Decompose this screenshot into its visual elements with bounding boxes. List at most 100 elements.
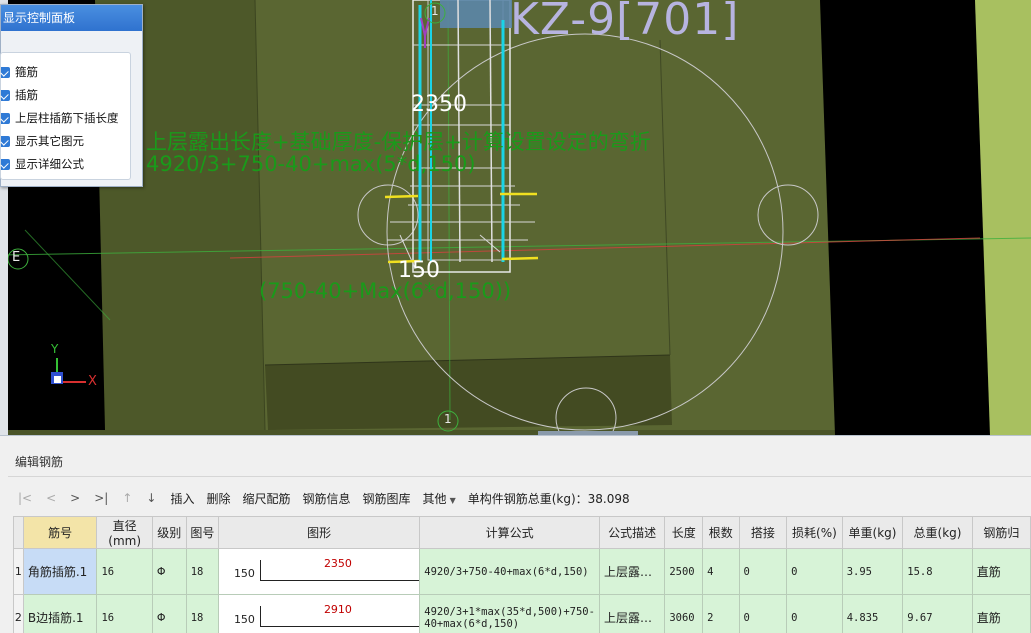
rebar-library-button[interactable]: 钢筋图库 [363, 490, 411, 507]
cell-loss[interactable]: 0 [786, 594, 843, 633]
model-canvas[interactable] [0, 0, 1031, 435]
column-header[interactable]: 搭接 [738, 516, 788, 549]
column-header[interactable]: 图号 [185, 516, 219, 549]
scale-reinforce-button[interactable]: 缩尺配筋 [243, 490, 291, 507]
cell-name[interactable]: 角筋插筋.1 [22, 548, 98, 595]
editor-toolbar: |< < > >| ↑ ↓ 插入 删除 缩尺配筋 钢筋信息 钢筋图库 其他 ▼ 单… [18, 488, 630, 508]
cell-loss[interactable]: 0 [786, 548, 843, 595]
row-number[interactable]: 2 [13, 594, 24, 633]
cell-lap[interactable]: 0 [738, 594, 788, 633]
cell-shape[interactable]: 150 2350 [217, 548, 421, 595]
other-menu-label: 其他 [422, 491, 447, 506]
row-number-header [13, 516, 24, 549]
rebar-info-button[interactable]: 钢筋信息 [303, 490, 351, 507]
column-header[interactable]: 根数 [702, 516, 740, 549]
rebar-table: 筋号 直径(mm) 级别 图号 图形 计算公式 公式描述 长度 根数 搭接 损耗… [13, 516, 1031, 633]
column-header[interactable]: 级别 [151, 516, 187, 549]
dimension-top: 2350 [411, 92, 467, 117]
column-header[interactable]: 总重(kg) [902, 516, 973, 549]
option-detailed-formula[interactable]: 显示详细公式 [1, 154, 84, 174]
shape-hook-length: 150 [233, 613, 255, 626]
column-header[interactable]: 直径(mm) [96, 516, 153, 549]
option-label: 显示详细公式 [15, 157, 84, 171]
option-stirrup[interactable]: 箍筋 [1, 62, 38, 82]
checkbox-checked-icon[interactable] [1, 158, 10, 170]
cell-formula[interactable]: 4920/3+1*max(35*d,500)+750-40+max(6*d,15… [419, 594, 600, 633]
shape-bar-length[interactable]: 2350 [324, 557, 352, 570]
cell-category[interactable]: 直筋 [971, 548, 1031, 595]
editor-title: 编辑钢筋 [15, 455, 64, 469]
insert-button[interactable]: 插入 [170, 490, 194, 507]
cell-description[interactable]: 上层露… [598, 594, 666, 633]
axis-top-label: 1 [431, 4, 439, 18]
delete-button[interactable]: 删除 [206, 490, 230, 507]
other-menu-button[interactable]: 其他 ▼ [423, 490, 456, 507]
checkbox-checked-icon[interactable] [1, 66, 10, 78]
column-header[interactable]: 公式描述 [598, 516, 666, 549]
cell-length[interactable]: 3060 [664, 594, 704, 633]
checkbox-checked-icon[interactable] [1, 89, 10, 101]
cell-unit-weight[interactable]: 3.95 [841, 548, 904, 595]
checkbox-checked-icon[interactable] [1, 112, 10, 124]
axis-left-label: E [12, 250, 21, 265]
gizmo-y-label: Y [51, 342, 59, 356]
column-header[interactable]: 计算公式 [419, 516, 600, 549]
option-other-elements[interactable]: 显示其它图元 [1, 131, 84, 151]
table-row[interactable]: 2 B边插筋.1 16 Φ 18 150 2910 4920/3+1*max(3… [13, 594, 1031, 633]
caret-down-icon: ▼ [449, 495, 456, 505]
table-row[interactable]: 1 角筋插筋.1 16 Φ 18 150 2350 4920/3+750-40+… [13, 548, 1031, 595]
checkbox-checked-icon[interactable] [1, 135, 10, 147]
column-header[interactable]: 筋号 [22, 516, 98, 549]
cell-length[interactable]: 2500 [664, 548, 704, 595]
cell-count[interactable]: 2 [702, 594, 740, 633]
cell-count[interactable]: 4 [702, 548, 740, 595]
option-label: 箍筋 [15, 65, 38, 79]
panel-options: 箍筋 插筋 上层柱插筋下插长度 显示其它图元 显示详细公式 [0, 52, 131, 180]
column-header[interactable]: 钢筋归 [971, 516, 1031, 549]
cell-diameter[interactable]: 16 [96, 594, 153, 633]
cell-figure-no[interactable]: 18 [185, 594, 219, 633]
table-header: 筋号 直径(mm) 级别 图号 图形 计算公式 公式描述 长度 根数 搭接 损耗… [13, 516, 1031, 549]
shape-hook-length: 150 [233, 567, 255, 580]
cell-figure-no[interactable]: 18 [185, 548, 219, 595]
divider [8, 476, 1031, 477]
cell-shape[interactable]: 150 2910 [217, 594, 421, 633]
next-row-button[interactable]: > [70, 491, 80, 505]
display-control-panel[interactable]: 显示控制面板 箍筋 插筋 上层柱插筋下插长度 显示其它图元 显示详细公式 [0, 4, 143, 187]
cell-lap[interactable]: 0 [738, 548, 788, 595]
option-label: 插筋 [15, 88, 38, 102]
cell-formula[interactable]: 4920/3+750-40+max(6*d,150) [419, 548, 600, 595]
cell-unit-weight[interactable]: 4.835 [841, 594, 904, 633]
formula-calculation: 4920/3+750-40+max(5*d,150) [146, 152, 476, 176]
cell-description[interactable]: 上层露… [598, 548, 666, 595]
last-row-button[interactable]: >| [94, 491, 108, 505]
shape-bar-length[interactable]: 2910 [324, 603, 352, 616]
column-header[interactable]: 损耗(%) [786, 516, 843, 549]
rebar-editor-panel: 编辑钢筋 |< < > >| ↑ ↓ 插入 删除 缩尺配筋 钢筋信息 钢筋图库 … [0, 435, 1031, 633]
option-label: 上层柱插筋下插长度 [15, 111, 119, 125]
cell-grade[interactable]: Φ [151, 548, 187, 595]
move-up-button[interactable]: ↑ [122, 491, 132, 505]
option-label: 显示其它图元 [15, 134, 84, 148]
cell-diameter[interactable]: 16 [96, 548, 153, 595]
total-weight-label: 单构件钢筋总重(kg)：38.098 [467, 491, 630, 506]
cell-name[interactable]: B边插筋.1 [22, 594, 98, 633]
gizmo-x-label: X [88, 374, 97, 389]
cell-total-weight[interactable]: 9.67 [902, 594, 973, 633]
formula-bottom: (750-40+Max(6*d,150)) [259, 279, 512, 303]
cell-total-weight[interactable]: 15.8 [902, 548, 973, 595]
column-header[interactable]: 图形 [217, 516, 421, 549]
first-row-button[interactable]: |< [18, 491, 32, 505]
move-down-button[interactable]: ↓ [146, 491, 156, 505]
column-header[interactable]: 长度 [664, 516, 704, 549]
row-number[interactable]: 1 [13, 548, 24, 595]
option-dowel[interactable]: 插筋 [1, 85, 38, 105]
column-label: KZ-9[701] [510, 0, 740, 45]
prev-row-button[interactable]: < [46, 491, 56, 505]
axis-bottom-label: 1 [444, 412, 452, 426]
option-upper-dowel-length[interactable]: 上层柱插筋下插长度 [1, 108, 119, 128]
cell-grade[interactable]: Φ [151, 594, 187, 633]
model-viewport[interactable]: KZ-9[701] 1 1 E 2350 150 上层露出长度+基础厚度-保护层… [0, 0, 1031, 435]
cell-category[interactable]: 直筋 [971, 594, 1031, 633]
column-header[interactable]: 单重(kg) [841, 516, 904, 549]
